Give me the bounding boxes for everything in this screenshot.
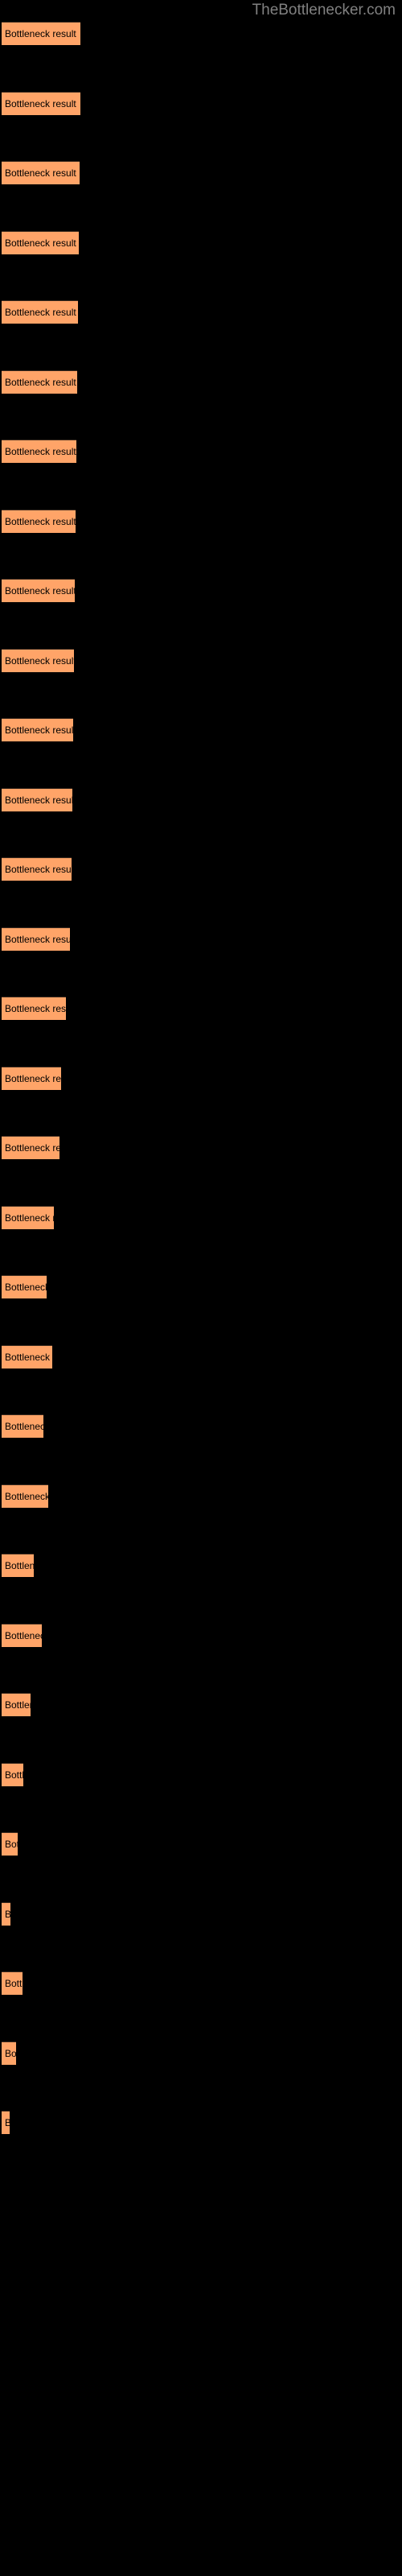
bar-label: Bottleneck result: [5, 1351, 52, 1363]
bar-label: Bottleneck result: [5, 1142, 59, 1154]
bar-label: Bottleneck result: [5, 446, 76, 457]
bar-label: Bottleneck result: [5, 1839, 18, 1850]
bar-item[interactable]: Bottleneck result: [2, 787, 72, 811]
bar-item[interactable]: Bottleneck result: [2, 91, 80, 115]
bar-item[interactable]: Bottleneck result: [2, 1762, 23, 1786]
bar-label: Bottleneck result: [5, 97, 76, 109]
bar-label: Bottleneck result: [5, 1282, 47, 1293]
bar-label: Bottleneck result: [5, 28, 76, 39]
bar-label: Bottleneck result: [5, 1072, 61, 1084]
bar-item[interactable]: Bottleneck result: [2, 1205, 54, 1229]
bar-item[interactable]: Bottleneck result: [2, 440, 76, 463]
bar-item[interactable]: Bottleneck result: [2, 509, 76, 533]
bar-item[interactable]: Bottleneck result: [2, 161, 80, 184]
bar-label: Bottleneck result: [5, 654, 74, 667]
bar-label: Bottleneck result: [5, 1769, 23, 1781]
bar-label: Bottleneck result: [5, 2117, 10, 2128]
bar-item[interactable]: Bottleneck result: [2, 369, 77, 394]
bar-item[interactable]: Bottleneck result: [2, 1484, 48, 1508]
bar-label: Bottleneck result: [5, 1909, 10, 1920]
bar-item[interactable]: Bottleneck result: [2, 22, 80, 45]
bar-item[interactable]: Bottleneck result: [2, 1832, 18, 1856]
bar-label: Bottleneck result: [5, 724, 73, 736]
bar-item[interactable]: Bottleneck result: [2, 1901, 10, 1926]
bar-label: Bottleneck result: [5, 237, 76, 249]
bar-item[interactable]: Bottleneck result: [2, 1623, 42, 1647]
bar-item[interactable]: Bottleneck result: [2, 857, 72, 881]
bar-label: Bottleneck result: [5, 1212, 54, 1224]
bar-series: Bottleneck result Bottleneck result Bottle…: [0, 0, 402, 2576]
bar-label: Bottleneck result: [5, 1699, 31, 1711]
bar-item[interactable]: Bottleneck result: [2, 2041, 16, 2065]
bar-item[interactable]: Bottleneck result: [2, 1344, 52, 1368]
bar-item[interactable]: Bottleneck result: [2, 1066, 61, 1090]
bar-item[interactable]: Bottleneck result: [2, 1971, 23, 1995]
bar-label: Bottleneck result: [5, 933, 70, 945]
bar-item[interactable]: Bottleneck result: [2, 1693, 31, 1716]
bar-label: Bottleneck result: [5, 1560, 34, 1571]
bar-label: Bottleneck result: [5, 585, 75, 597]
bar-label: Bottleneck result: [5, 1978, 23, 1989]
bar-item[interactable]: Bottleneck result: [2, 718, 73, 741]
bar-item[interactable]: Bottleneck result: [2, 648, 74, 672]
bar-label: Bottleneck result: [5, 794, 72, 806]
bottleneck-result-chart: TheBottlenecker.com Bottleneck result Bot…: [0, 0, 402, 2576]
bar-label: Bottleneck result: [5, 2047, 16, 2059]
bar-label: Bottleneck result: [5, 1421, 43, 1432]
bar-item[interactable]: Bottleneck result: [2, 300, 78, 324]
bar-item[interactable]: Bottleneck result: [2, 579, 75, 602]
bar-label: Bottleneck result: [5, 307, 76, 318]
bar-label: Bottleneck result: [5, 1003, 66, 1014]
bar-label: Bottleneck result: [5, 1629, 42, 1641]
bar-label: Bottleneck result: [5, 167, 76, 179]
bar-item[interactable]: Bottleneck result: [2, 927, 70, 951]
bar-item[interactable]: Bottleneck result: [2, 230, 79, 254]
bar-label: Bottleneck result: [5, 864, 72, 875]
bar-label: Bottleneck result: [5, 515, 76, 527]
bar-item[interactable]: Bottleneck result: [2, 1275, 47, 1298]
bar-label: Bottleneck result: [5, 1490, 48, 1502]
bar-item[interactable]: Bottleneck result: [2, 1414, 43, 1438]
bar-item[interactable]: Bottleneck result: [2, 2111, 10, 2134]
bar-label: Bottleneck result: [5, 376, 76, 388]
bar-item[interactable]: Bottleneck result: [2, 1554, 34, 1577]
bar-item[interactable]: Bottleneck result: [2, 997, 66, 1020]
bar-item[interactable]: Bottleneck result: [2, 1136, 59, 1159]
